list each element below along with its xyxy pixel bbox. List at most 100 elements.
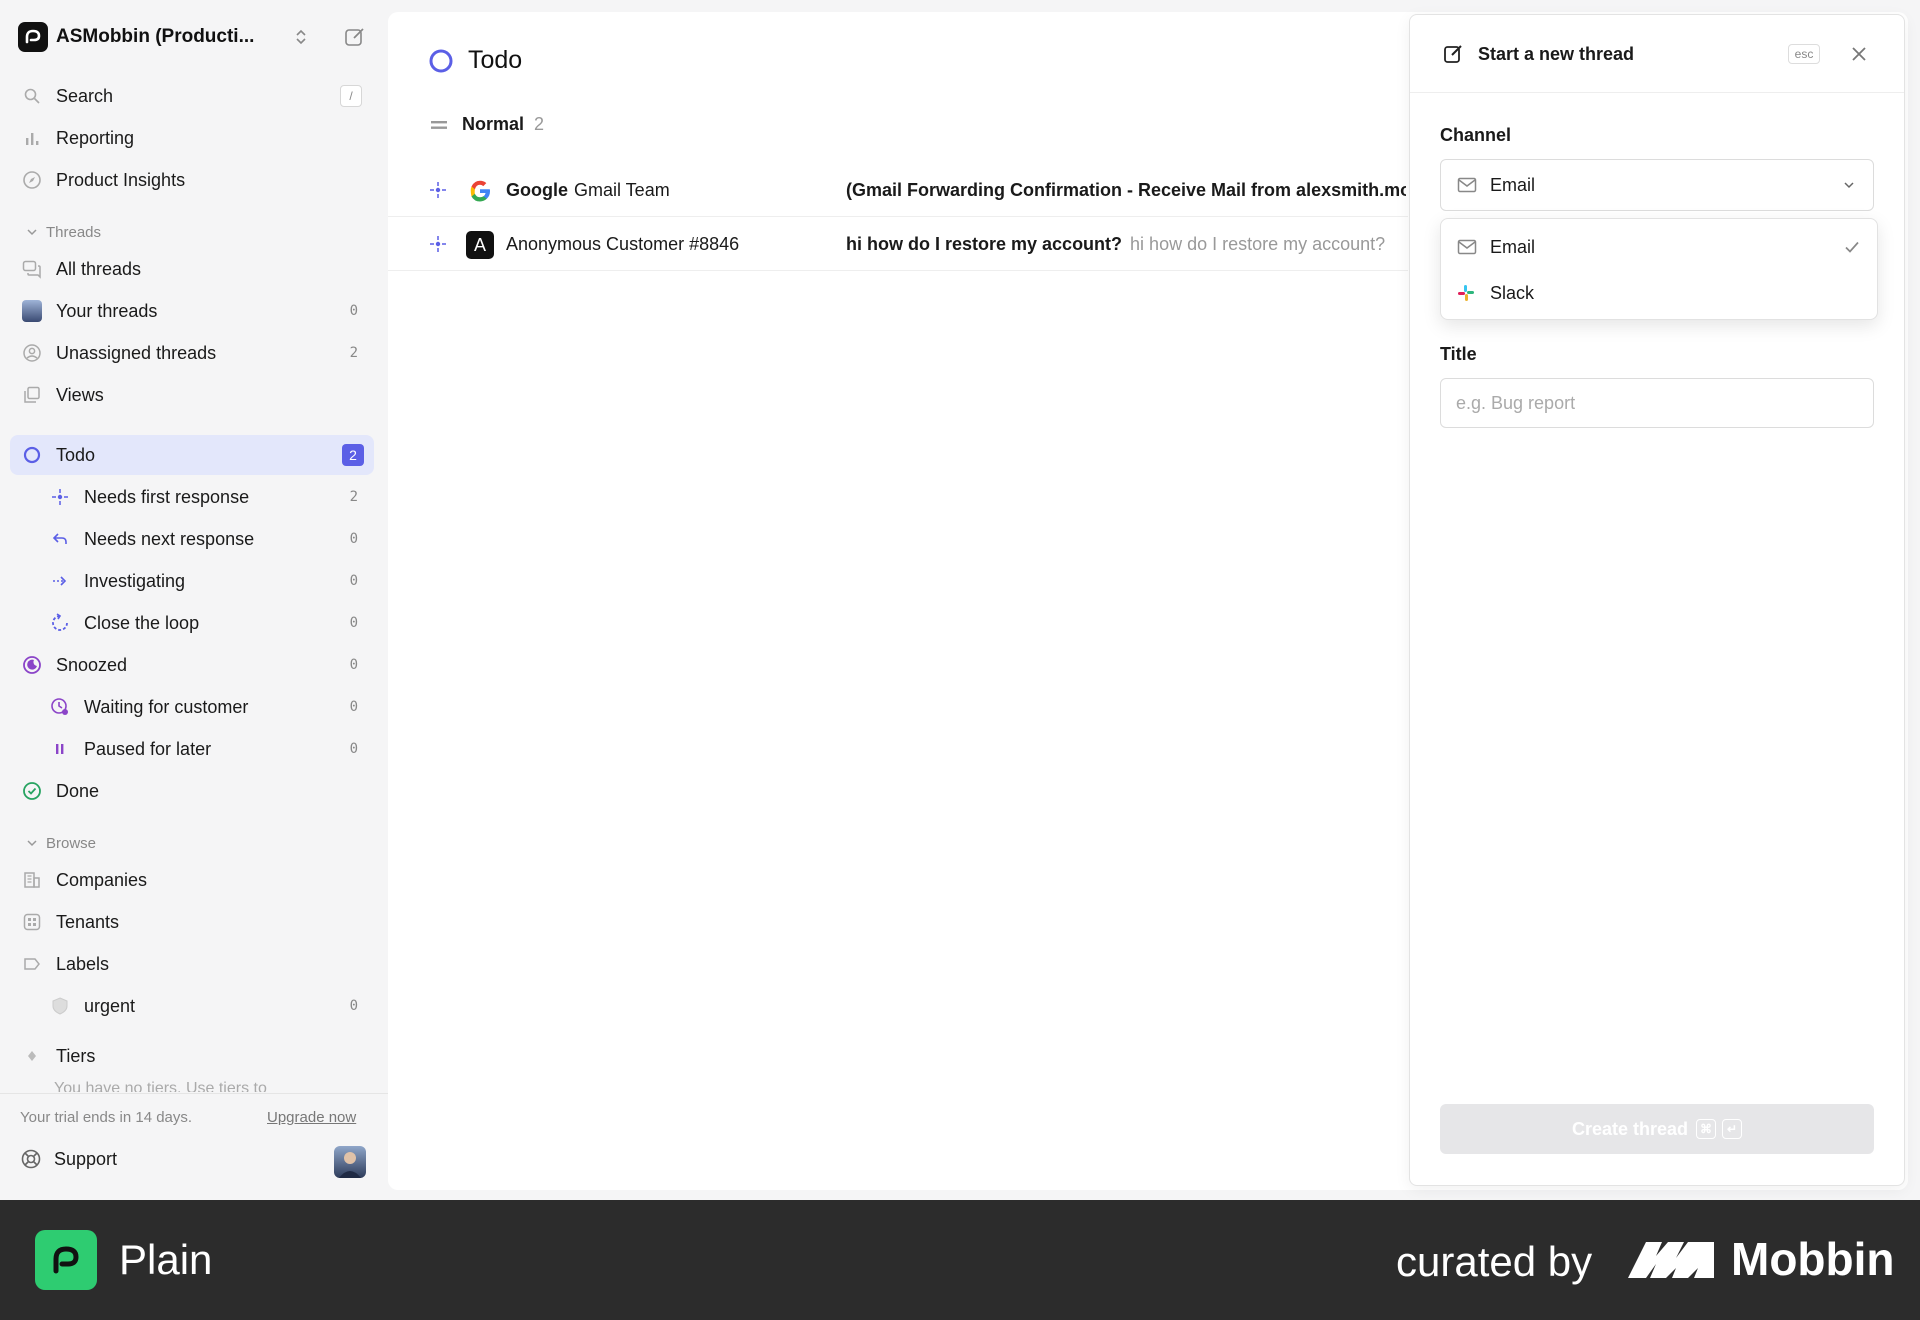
nav-todo[interactable]: Todo 2 bbox=[10, 435, 374, 475]
reply-icon bbox=[50, 529, 70, 549]
building-icon bbox=[22, 870, 42, 890]
user-circle-icon bbox=[22, 343, 42, 363]
support-button[interactable]: Support bbox=[20, 1148, 117, 1170]
nav-paused-for-later[interactable]: Paused for later 0 bbox=[10, 729, 374, 769]
channel-select[interactable]: Email bbox=[1440, 159, 1874, 211]
upgrade-link[interactable]: Upgrade now bbox=[267, 1109, 356, 1126]
chevron-up-down-icon[interactable] bbox=[290, 26, 312, 48]
pause-icon bbox=[50, 739, 70, 759]
nav-unassigned-label: Unassigned threads bbox=[56, 342, 217, 363]
avatar bbox=[22, 300, 42, 322]
title-input[interactable] bbox=[1440, 378, 1874, 428]
loop-icon bbox=[50, 613, 70, 633]
nav-reporting-label: Reporting bbox=[56, 127, 135, 148]
nav-done[interactable]: Done bbox=[10, 771, 374, 811]
row-customer: Anonymous Customer #8846 bbox=[506, 234, 739, 255]
chevron-down-icon bbox=[1844, 182, 1854, 189]
nav-tiers-label: Tiers bbox=[56, 1045, 96, 1066]
create-thread-label: Create thread bbox=[1571, 1118, 1689, 1139]
avatar[interactable] bbox=[334, 1146, 366, 1178]
row-preview: hi how do I restore my account? bbox=[1130, 234, 1386, 254]
panel-title: Start a new thread bbox=[1478, 44, 1635, 64]
nav-product-insights[interactable]: Product Insights bbox=[10, 160, 374, 200]
nav-views[interactable]: Views bbox=[10, 375, 374, 415]
nav-product-insights-label: Product Insights bbox=[56, 169, 186, 190]
footer-banner: Plain curated by Mobbin bbox=[0, 1200, 1920, 1320]
channel-dropdown: Email Slack bbox=[1440, 218, 1878, 320]
nav-labels[interactable]: Labels bbox=[10, 944, 374, 984]
chevron-down-icon bbox=[27, 840, 37, 847]
todo-circle-icon bbox=[22, 445, 42, 465]
waiting-count: 0 bbox=[349, 699, 358, 715]
customer-avatar: A bbox=[466, 231, 494, 259]
row-customer-name: Anonymous Customer #8846 bbox=[506, 234, 740, 254]
nav-search[interactable]: Search / bbox=[10, 76, 374, 116]
nav-tenants[interactable]: Tenants bbox=[10, 902, 374, 942]
nav-reporting[interactable]: Reporting bbox=[10, 118, 374, 158]
nav-needs-first-response[interactable]: Needs first response 2 bbox=[10, 477, 374, 517]
create-thread-button[interactable]: Create thread ⌘ ↵ bbox=[1440, 1104, 1874, 1154]
nav-paused-label: Paused for later bbox=[84, 738, 212, 759]
channel-option-label: Slack bbox=[1490, 282, 1535, 303]
plain-brand-name: Plain bbox=[119, 1236, 213, 1283]
command-key-hint: ⌘ bbox=[1696, 1119, 1717, 1139]
nav-companies[interactable]: Companies bbox=[10, 860, 374, 900]
channel-label: Channel bbox=[1440, 125, 1512, 145]
nav-snoozed[interactable]: Snoozed 0 bbox=[10, 645, 374, 685]
mobbin-brand-name: Mobbin bbox=[1731, 1233, 1895, 1285]
tag-icon bbox=[22, 954, 42, 974]
nav-all-threads[interactable]: All threads bbox=[10, 249, 374, 289]
sparkle-icon bbox=[430, 236, 446, 252]
trial-notice: Your trial ends in 14 days. bbox=[20, 1109, 193, 1126]
nav-snoozed-label: Snoozed bbox=[56, 654, 128, 675]
nav-investigating[interactable]: Investigating 0 bbox=[10, 561, 374, 601]
support-label: Support bbox=[54, 1148, 118, 1169]
nav-urgent-label: urgent bbox=[84, 995, 136, 1016]
table-row[interactable]: Google Gmail Team (Gmail Forwarding Confi… bbox=[388, 163, 1408, 217]
workspace-logo-icon bbox=[18, 22, 48, 52]
nav-done-label: Done bbox=[56, 780, 100, 801]
close-icon[interactable] bbox=[1848, 43, 1870, 65]
snoozed-count: 0 bbox=[349, 657, 358, 673]
channel-option-email[interactable]: Email bbox=[1441, 225, 1877, 269]
nav-investigating-label: Investigating bbox=[84, 570, 186, 591]
close-loop-count: 0 bbox=[349, 615, 358, 631]
chat-bubbles-icon bbox=[22, 259, 42, 279]
row-subject: hi how do I restore my account? hi how do… bbox=[846, 234, 1406, 255]
table-row[interactable]: A Anonymous Customer #8846 hi how do I r… bbox=[388, 217, 1408, 271]
mail-icon bbox=[1457, 239, 1477, 255]
compose-icon[interactable] bbox=[342, 24, 368, 50]
sparkle-icon bbox=[430, 182, 446, 198]
diamond-icon bbox=[22, 1046, 42, 1066]
workspace-switcher[interactable]: ASMobbin (Producti... bbox=[18, 20, 368, 54]
group-label: Normal bbox=[462, 114, 525, 134]
threads-section-header[interactable]: Threads bbox=[26, 221, 101, 243]
nav-unassigned-threads[interactable]: Unassigned threads 2 bbox=[10, 333, 374, 373]
nav-search-label: Search bbox=[56, 85, 114, 106]
nav-close-loop-label: Close the loop bbox=[84, 612, 200, 633]
sidebar: ASMobbin (Producti... Search / Reporting… bbox=[0, 0, 388, 1200]
dotted-arrow-icon bbox=[50, 571, 70, 591]
page-title: Todo bbox=[428, 46, 522, 75]
nav-your-threads[interactable]: Your threads 0 bbox=[10, 291, 374, 331]
group-header[interactable]: Normal 2 bbox=[430, 114, 544, 135]
google-logo-icon bbox=[466, 177, 494, 205]
row-subject: (Gmail Forwarding Confirmation - Receive… bbox=[846, 180, 1406, 201]
nav-tiers[interactable]: Tiers bbox=[10, 1036, 374, 1076]
nav-close-the-loop[interactable]: Close the loop 0 bbox=[10, 603, 374, 643]
lifebuoy-icon bbox=[21, 1149, 41, 1169]
nav-tenants-label: Tenants bbox=[56, 911, 120, 932]
compose-icon bbox=[1444, 45, 1462, 63]
nav-label-urgent[interactable]: urgent 0 bbox=[10, 986, 374, 1026]
title-label: Title bbox=[1440, 344, 1477, 364]
needs-first-count: 2 bbox=[349, 489, 358, 505]
channel-option-slack[interactable]: Slack bbox=[1441, 271, 1877, 315]
browse-section-header[interactable]: Browse bbox=[26, 832, 96, 854]
enter-key-hint: ↵ bbox=[1722, 1119, 1743, 1139]
paused-count: 0 bbox=[349, 741, 358, 757]
mail-icon bbox=[1457, 177, 1477, 193]
nav-waiting-for-customer[interactable]: Waiting for customer 0 bbox=[10, 687, 374, 727]
row-subject-text: hi how do I restore my account? bbox=[846, 234, 1123, 254]
slack-icon bbox=[1458, 285, 1474, 301]
nav-needs-next-response[interactable]: Needs next response 0 bbox=[10, 519, 374, 559]
